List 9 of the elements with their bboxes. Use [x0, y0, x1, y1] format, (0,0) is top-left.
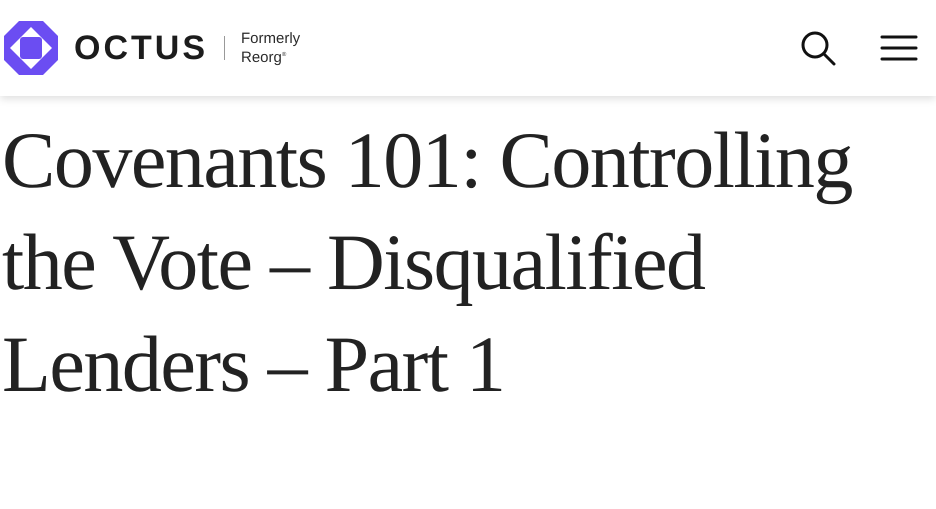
- logo-icon[interactable]: [2, 19, 60, 77]
- brand-name: OCTUS: [74, 28, 208, 68]
- article-title: Covenants 101: Controlling the Vote – Disqualified Lenders – Part 1: [2, 116, 852, 411]
- brand-tagline: Reorg$^{®}$: [241, 48, 288, 66]
- menu-icon: [880, 34, 918, 62]
- menu-button[interactable]: [880, 34, 918, 62]
- brand-tagline: Formerly: [241, 30, 300, 47]
- search-button[interactable]: [800, 30, 836, 66]
- search-icon: [800, 30, 836, 66]
